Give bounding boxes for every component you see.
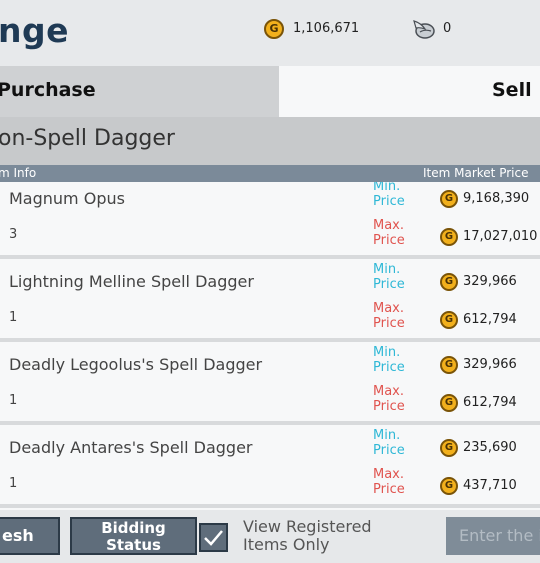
view-registered-label: View Registered Items Only [243, 518, 372, 554]
item-quantity: 1 [9, 310, 18, 325]
gold-coin-icon: G [264, 19, 284, 39]
max-price-label: Max. Price [373, 218, 405, 248]
item-quantity: 3 [9, 227, 18, 242]
max-price-value: 437,710 [463, 478, 517, 493]
item-quantity: 1 [9, 476, 18, 491]
item-name: Lightning Melline Spell Dagger [9, 272, 254, 291]
min-price-label: Min. Price [373, 262, 405, 292]
min-price-value: 329,966 [463, 357, 517, 372]
max-price-value: 612,794 [463, 395, 517, 410]
item-name: Deadly Antares's Spell Dagger [9, 438, 253, 457]
view-registered-label-line2: Items Only [243, 535, 330, 554]
gold-coin-icon: G [440, 273, 458, 291]
max-price-label: Max. Price [373, 301, 405, 331]
max-price-label: Max. Price [373, 384, 405, 414]
bottom-bar: esh Bidding Status View Registered Items… [0, 510, 540, 563]
min-price-label: Min. Price [373, 182, 405, 209]
tab-sell-label: Sell [492, 79, 532, 101]
column-item-info: m Info [0, 166, 37, 180]
item-name: Magnum Opus [9, 189, 125, 208]
list-item[interactable]: Magnum Opus 3 Min. Price G 9,168,390 Max.… [0, 182, 540, 255]
view-registered-checkbox[interactable] [199, 523, 228, 552]
refresh-button[interactable]: esh [0, 517, 60, 555]
item-quantity: 1 [9, 393, 18, 408]
gold-coin-icon: G [440, 394, 458, 412]
max-price-value: 17,027,010 [463, 229, 538, 244]
column-header: m Info Item Market Price [0, 165, 540, 182]
column-market-price: Item Market Price [423, 166, 529, 180]
min-price-value: 329,966 [463, 274, 517, 289]
tab-purchase[interactable]: Purchase [0, 66, 279, 117]
header-bar: nge G 1,106,671 0 [0, 0, 540, 66]
min-price-value: 235,690 [463, 440, 517, 455]
bidding-status-button[interactable]: Bidding Status [70, 517, 197, 555]
gold-amount: 1,106,671 [293, 21, 360, 36]
gold-coin-icon: G [440, 439, 458, 457]
category-title: on-Spell Dagger [0, 126, 175, 151]
list-item[interactable]: Deadly Antares's Spell Dagger 1 Min. Pric… [0, 425, 540, 504]
gold-coin-icon: G [440, 477, 458, 495]
search-input[interactable]: Enter the i [446, 517, 540, 555]
gold-coin-icon: G [440, 190, 458, 208]
min-price-value: 9,168,390 [463, 191, 530, 206]
item-list[interactable]: Magnum Opus 3 Min. Price G 9,168,390 Max.… [0, 182, 540, 510]
tab-sell[interactable]: Sell [279, 66, 540, 117]
min-price-label: Min. Price [373, 345, 405, 375]
view-registered-label-line1: View Registered [243, 517, 372, 536]
bidding-label-line2: Status [106, 536, 161, 554]
feather-amount: 0 [443, 21, 452, 36]
bidding-label-line1: Bidding [101, 519, 166, 537]
gold-coin-icon: G [440, 228, 458, 246]
category-bar: on-Spell Dagger [0, 117, 540, 165]
list-item[interactable]: Lightning Melline Spell Dagger 1 Min. Pri… [0, 259, 540, 338]
tab-purchase-label: Purchase [0, 79, 96, 101]
refresh-label: esh [2, 526, 34, 545]
feather-icon [413, 20, 435, 39]
gold-coin-icon: G [440, 311, 458, 329]
max-price-value: 612,794 [463, 312, 517, 327]
checkmark-icon [204, 530, 223, 546]
min-price-label: Min. Price [373, 428, 405, 458]
item-name: Deadly Legoolus's Spell Dagger [9, 355, 263, 374]
max-price-label: Max. Price [373, 467, 405, 497]
gold-coin-icon: G [440, 356, 458, 374]
list-item[interactable]: Deadly Legoolus's Spell Dagger 1 Min. Pri… [0, 342, 540, 421]
page-title: nge [0, 11, 69, 50]
